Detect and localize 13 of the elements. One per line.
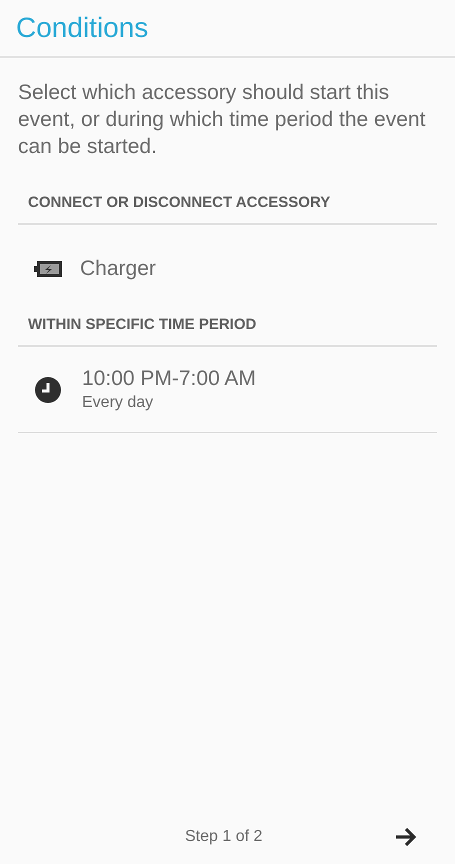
item-label: 10:00 PM-7:00 AM <box>82 366 256 392</box>
battery-charging-icon <box>34 260 62 278</box>
description-text: Select which accessory should start this event, or during which time period the event can be started. <box>17 80 426 160</box>
section-header: CONNECT OR DISCONNECT ACCESSORY <box>28 194 330 211</box>
page-title: Conditions <box>16 11 148 45</box>
item-subtitle: Every day <box>82 392 154 412</box>
condition-item[interactable]: 10:00 PM-7:00 AM Every day <box>18 347 437 433</box>
clock-icon <box>35 376 61 402</box>
item-label: Charger <box>80 256 156 282</box>
step-indicator: Step 1 of 2 <box>185 827 262 847</box>
section-header: WITHIN SPECIFIC TIME PERIOD <box>28 316 256 333</box>
arrow-right-icon <box>394 827 418 847</box>
condition-item[interactable]: Charger <box>18 225 437 313</box>
